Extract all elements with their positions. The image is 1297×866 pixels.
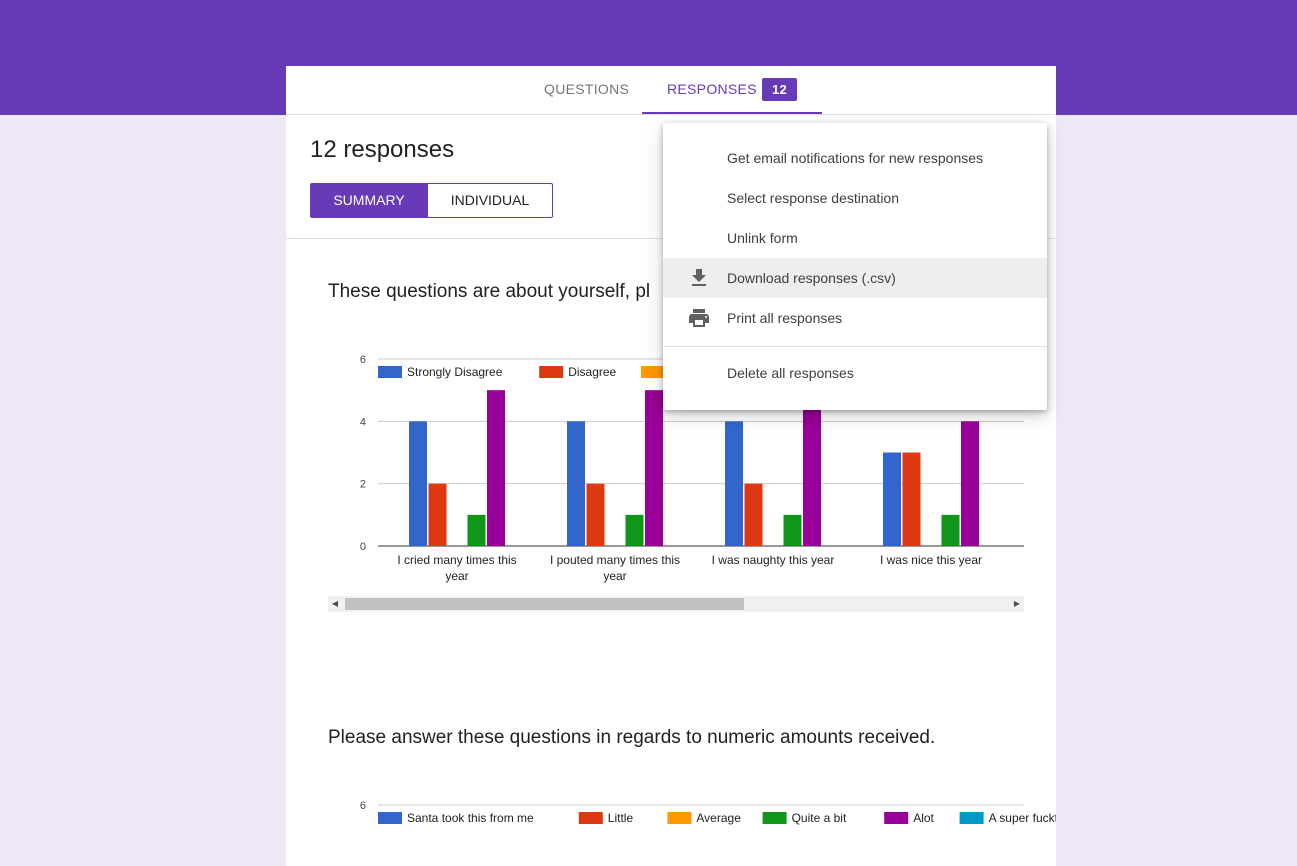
menu-item-response-destination[interactable]: Select response destination <box>663 178 1047 218</box>
menu-item-download-csv[interactable]: Download responses (.csv) <box>663 258 1047 298</box>
menu-item-label: Delete all responses <box>727 365 854 381</box>
y-tick-label: 6 <box>360 800 366 812</box>
legend-label: A super fuckton <box>989 811 1056 825</box>
legend-swatch <box>959 812 984 824</box>
menu-item-label: Unlink form <box>727 230 798 246</box>
menu-divider <box>663 346 1047 347</box>
legend-label: Quite a bit <box>792 811 847 825</box>
menu-item-delete-all[interactable]: Delete all responses <box>663 353 1047 393</box>
legend-swatch <box>884 812 909 824</box>
legend-label: Santa took this from me <box>407 811 534 825</box>
download-icon <box>692 269 706 286</box>
menu-item-label: Print all responses <box>727 310 843 326</box>
legend-swatch <box>578 812 603 824</box>
menu-item-unlink-form[interactable]: Unlink form <box>663 218 1047 258</box>
legend-label: Little <box>608 811 634 825</box>
legend-swatch <box>762 812 787 824</box>
menu-item-label: Download responses (.csv) <box>727 270 896 286</box>
legend-label: Alot <box>913 811 934 825</box>
menu-item-print-all[interactable]: Print all responses <box>663 298 1047 338</box>
print-icon <box>689 309 709 327</box>
legend-swatch <box>378 812 402 824</box>
menu-item-label: Get email notifications for new response… <box>727 150 984 166</box>
legend-swatch <box>667 812 692 824</box>
menu-item-label: Select response destination <box>727 190 899 206</box>
responses-options-menu: Get email notifications for new response… <box>663 123 1047 410</box>
menu-item-email-notifications[interactable]: Get email notifications for new response… <box>663 138 1047 178</box>
legend-label: Average <box>696 811 741 825</box>
